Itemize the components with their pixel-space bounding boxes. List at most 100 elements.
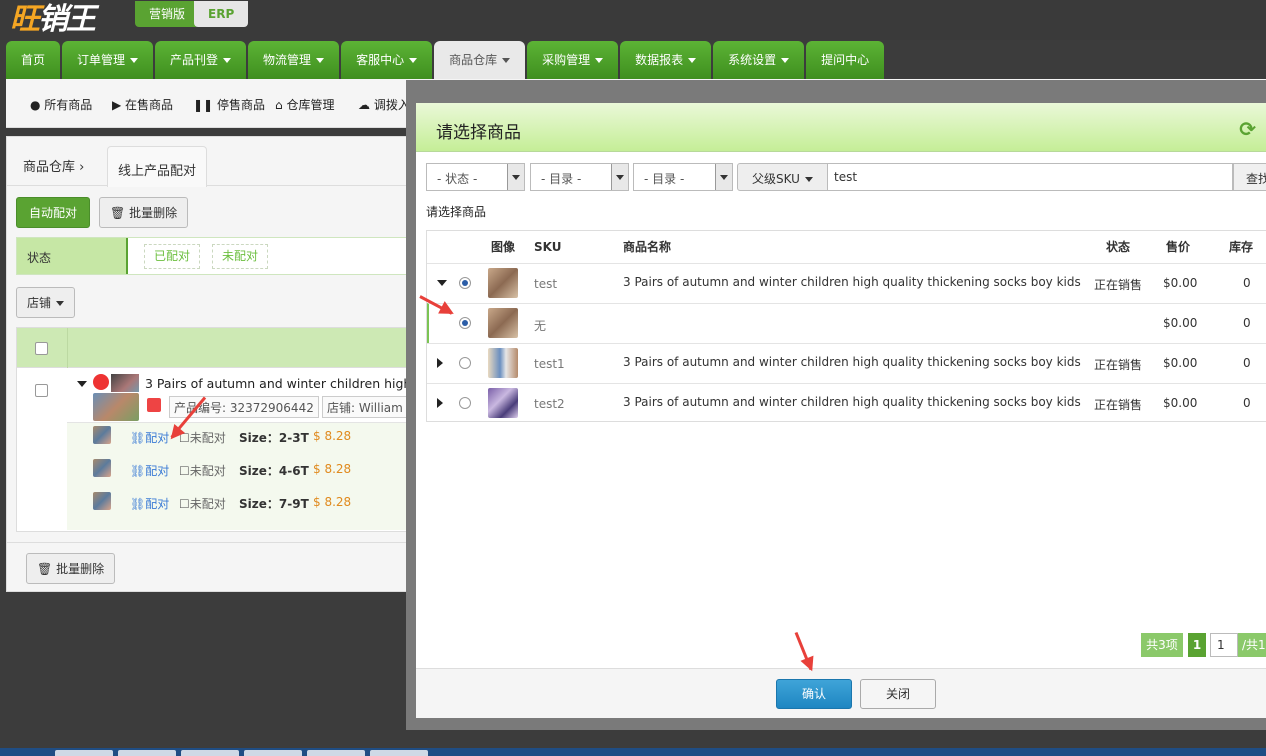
- col-sku: SKU: [534, 240, 562, 254]
- match-link[interactable]: ⛓配对: [130, 462, 169, 479]
- confirm-button[interactable]: 确认: [776, 679, 852, 709]
- nav-tab-3[interactable]: 物流管理: [248, 41, 340, 79]
- variant-price: $ 8.28: [313, 495, 352, 509]
- variant-size: Size：2-3T: [239, 431, 309, 445]
- variant-thumb: [93, 426, 111, 444]
- collapse-icon[interactable]: [437, 280, 447, 286]
- row-name: 3 Pairs of autumn and winter children hi…: [623, 275, 1081, 289]
- product-image: [93, 393, 139, 421]
- chevron-down-icon: [781, 58, 790, 63]
- nav-tab-4[interactable]: 客服中心: [341, 41, 433, 79]
- status-select[interactable]: - 状态 -: [426, 163, 525, 191]
- breadcrumb-current-tab[interactable]: 线上产品配对: [107, 146, 207, 187]
- row-sku: test1: [534, 357, 565, 371]
- breadcrumb-root[interactable]: 商品仓库 ›: [23, 156, 84, 175]
- modal-title: 请选择商品: [436, 123, 521, 143]
- auto-match-button[interactable]: 自动配对: [16, 197, 91, 228]
- search-input[interactable]: test: [827, 163, 1233, 191]
- main-panel: 商品仓库 › 线上产品配对 自动配对 🗑 批量删除 状态 已配对 未配对 店铺 …: [6, 136, 458, 592]
- sub-label: 请选择商品: [426, 205, 487, 219]
- subnav-warehouse[interactable]: ⌂ 仓库管理: [275, 96, 334, 113]
- brand-logo: 旺销王: [10, 2, 96, 37]
- expand-icon[interactable]: [437, 358, 443, 368]
- variant-size: Size：7-9T: [239, 497, 309, 511]
- store-dropdown[interactable]: 店铺: [16, 287, 76, 318]
- row-radio[interactable]: [459, 277, 471, 289]
- row-radio[interactable]: [459, 357, 471, 369]
- table-row[interactable]: 无 $0.00 0: [427, 303, 1266, 343]
- product-thumb: [111, 374, 139, 392]
- row-status: 正在销售: [1094, 398, 1143, 412]
- category-select-2[interactable]: - 目录 -: [633, 163, 733, 191]
- row-radio[interactable]: [459, 397, 471, 409]
- table-row[interactable]: test2 3 Pairs of autumn and winter child…: [427, 383, 1266, 423]
- row-price: $0.00: [1163, 316, 1198, 330]
- variant-price: $ 8.28: [313, 429, 352, 443]
- match-link[interactable]: ⛓配对: [130, 495, 169, 512]
- filter-matched[interactable]: 已配对: [144, 244, 201, 269]
- main-nav: 首页 订单管理 产品刊登 物流管理 客服中心 商品仓库 采购管理 数据报表 系统设置 提问中心: [6, 41, 886, 79]
- pager-total: 共3项: [1141, 633, 1183, 657]
- table-row[interactable]: test1 3 Pairs of autumn and winter child…: [427, 343, 1266, 383]
- row-status: 正在销售: [1094, 358, 1143, 372]
- row-stock: 0: [1243, 316, 1251, 330]
- product-image: [488, 388, 518, 418]
- edition-erp-tab[interactable]: ERP: [194, 1, 249, 27]
- select-all-checkbox[interactable]: [35, 342, 48, 355]
- hot-badge-icon: [93, 374, 109, 390]
- nav-tab-6[interactable]: 采购管理: [527, 41, 619, 79]
- bottom-batch-delete-button[interactable]: 🗑 批量删除: [26, 553, 116, 584]
- subnav-on-sale[interactable]: ▶ 在售商品: [112, 96, 173, 113]
- chevron-down-icon: [223, 58, 232, 63]
- table-row[interactable]: test 3 Pairs of autumn and winter childr…: [427, 263, 1266, 303]
- nav-tab-5[interactable]: 商品仓库: [434, 41, 526, 79]
- page-input[interactable]: 1: [1210, 633, 1238, 657]
- row-name: 3 Pairs of autumn and winter children hi…: [623, 355, 1081, 369]
- unmatched-status: ☐未配对: [179, 431, 226, 445]
- nav-tab-9[interactable]: 提问中心: [806, 41, 885, 79]
- row-sku: test: [534, 277, 558, 291]
- variant-thumb: [93, 459, 111, 477]
- chevron-down-icon: [502, 58, 511, 63]
- row-price: $0.00: [1163, 396, 1198, 410]
- filter-unmatched[interactable]: 未配对: [212, 244, 269, 269]
- chevron-down-icon: [688, 58, 697, 63]
- col-name: 商品名称: [623, 240, 672, 254]
- nav-tab-7[interactable]: 数据报表: [620, 41, 712, 79]
- subnav-all-products[interactable]: ● 所有商品: [30, 96, 92, 113]
- variant-price: $ 8.28: [313, 462, 352, 476]
- modal-header: 请选择商品 ⟳: [416, 103, 1266, 152]
- product-image: [488, 348, 518, 378]
- nav-tab-2[interactable]: 产品刊登: [155, 41, 247, 79]
- find-button[interactable]: 查找: [1233, 163, 1266, 191]
- row-sku: test2: [534, 397, 565, 411]
- category-select-1[interactable]: - 目录 -: [530, 163, 629, 191]
- modal-footer: 确认 关闭: [416, 668, 1266, 718]
- product-checkbox[interactable]: [35, 384, 48, 397]
- chevron-down-icon: [595, 58, 604, 63]
- chevron-down-icon: [130, 58, 139, 63]
- pager-current-page[interactable]: 1: [1188, 633, 1206, 657]
- sku-type-dropdown[interactable]: 父级SKU: [737, 163, 828, 191]
- unmatched-status: ☐未配对: [179, 497, 226, 511]
- os-taskbar: [0, 748, 1266, 756]
- top-bar: 旺销王 营销版 ERP: [0, 0, 1266, 40]
- row-radio[interactable]: [459, 317, 471, 329]
- refresh-icon[interactable]: ⟳: [1239, 117, 1256, 141]
- edition-marketing-tab[interactable]: 营销版: [135, 1, 200, 27]
- nav-tab-8[interactable]: 系统设置: [713, 41, 805, 79]
- subnav-stopped[interactable]: ❚❚ 停售商品: [193, 96, 265, 113]
- unmatched-status: ☐未配对: [179, 464, 226, 478]
- collapse-icon[interactable]: [77, 381, 87, 387]
- online-products-table: 3 Pairs of autumn and winter children hi…: [16, 327, 458, 532]
- nav-tab-1[interactable]: 订单管理: [62, 41, 154, 79]
- row-stock: 0: [1243, 356, 1251, 370]
- breadcrumb: 商品仓库 › 线上产品配对: [7, 137, 419, 187]
- batch-delete-button[interactable]: 🗑 批量删除: [99, 197, 189, 228]
- expand-icon[interactable]: [437, 398, 443, 408]
- chevron-down-icon: [409, 58, 418, 63]
- nav-tab-0[interactable]: 首页: [6, 41, 61, 79]
- row-status: 正在销售: [1094, 278, 1143, 292]
- close-button[interactable]: 关闭: [860, 679, 936, 709]
- match-link[interactable]: ⛓配对: [130, 429, 169, 446]
